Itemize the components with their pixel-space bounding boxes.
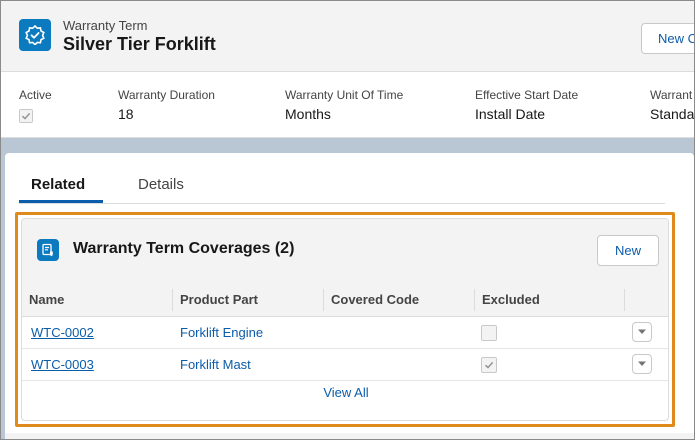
column-divider — [172, 289, 173, 311]
field-label: Active — [19, 88, 52, 102]
related-list-card: Warranty Term Coverages (2) New Name Pro… — [21, 218, 669, 421]
record-link[interactable]: WTC-0002 — [31, 325, 94, 340]
field-warranty-truncated: Warrant Standa — [650, 88, 694, 122]
column-divider — [624, 289, 625, 311]
checkmark-icon — [484, 361, 494, 369]
related-new-button[interactable]: New — [597, 235, 659, 266]
field-label: Warranty Duration — [118, 88, 215, 102]
product-part-link[interactable]: Forklift Engine — [180, 325, 263, 340]
field-label: Warrant — [650, 88, 693, 102]
column-divider — [323, 289, 324, 311]
record-title: Silver Tier Forklift — [63, 34, 216, 54]
field-label: Effective Start Date — [475, 88, 579, 102]
next-card-edge — [5, 433, 694, 439]
warranty-term-icon — [19, 19, 51, 51]
related-list-header: Warranty Term Coverages (2) New — [22, 219, 668, 283]
row-actions-button[interactable] — [632, 322, 652, 342]
table-row: WTC-0002 Forklift Engine — [22, 317, 668, 349]
record-header: Warranty Term Silver Tier Forklift New C — [1, 1, 694, 72]
record-link[interactable]: WTC-0003 — [31, 357, 94, 372]
field-value: Months — [285, 106, 331, 122]
field-value: Install Date — [475, 106, 546, 122]
active-checkbox — [19, 109, 33, 123]
column-header-name[interactable]: Name — [29, 292, 64, 307]
column-divider — [474, 289, 475, 311]
field-active: Active — [19, 88, 52, 126]
field-effective-start-date: Effective Start Date Install Date — [475, 88, 578, 122]
column-header-excluded[interactable]: Excluded — [482, 292, 540, 307]
app-frame: Warranty Term Silver Tier Forklift New C… — [0, 0, 695, 440]
warranty-coverage-icon — [37, 239, 59, 261]
excluded-checkbox — [481, 325, 497, 341]
row-actions-button[interactable] — [632, 354, 652, 374]
view-all-link[interactable]: View All — [22, 385, 668, 400]
chevron-down-icon — [638, 361, 646, 366]
tab-details[interactable]: Details — [138, 176, 184, 193]
field-warranty-duration: Warranty Duration 18 — [118, 88, 215, 122]
object-type-label: Warranty Term — [63, 18, 148, 33]
highlights-panel: Active Warranty Duration 18 Warranty Uni… — [1, 72, 694, 138]
excluded-checkbox — [481, 357, 497, 373]
table-row: WTC-0003 Forklift Mast — [22, 349, 668, 381]
checkmark-icon — [21, 112, 31, 120]
column-header-product-part[interactable]: Product Part — [180, 292, 258, 307]
tab-divider — [19, 203, 665, 204]
tab-related[interactable]: Related — [31, 176, 85, 193]
product-part-link[interactable]: Forklift Mast — [180, 357, 251, 372]
new-button[interactable]: New C — [641, 23, 694, 54]
table-header: Name Product Part Covered Code Excluded — [22, 283, 668, 317]
chevron-down-icon — [638, 329, 646, 334]
field-value: Standa — [650, 106, 695, 122]
field-warranty-unit: Warranty Unit Of Time Months — [285, 88, 403, 122]
field-value: 18 — [118, 106, 134, 122]
column-header-covered-code[interactable]: Covered Code — [331, 292, 419, 307]
related-list-title: Warranty Term Coverages (2) — [73, 240, 295, 257]
field-label: Warranty Unit Of Time — [285, 88, 404, 102]
